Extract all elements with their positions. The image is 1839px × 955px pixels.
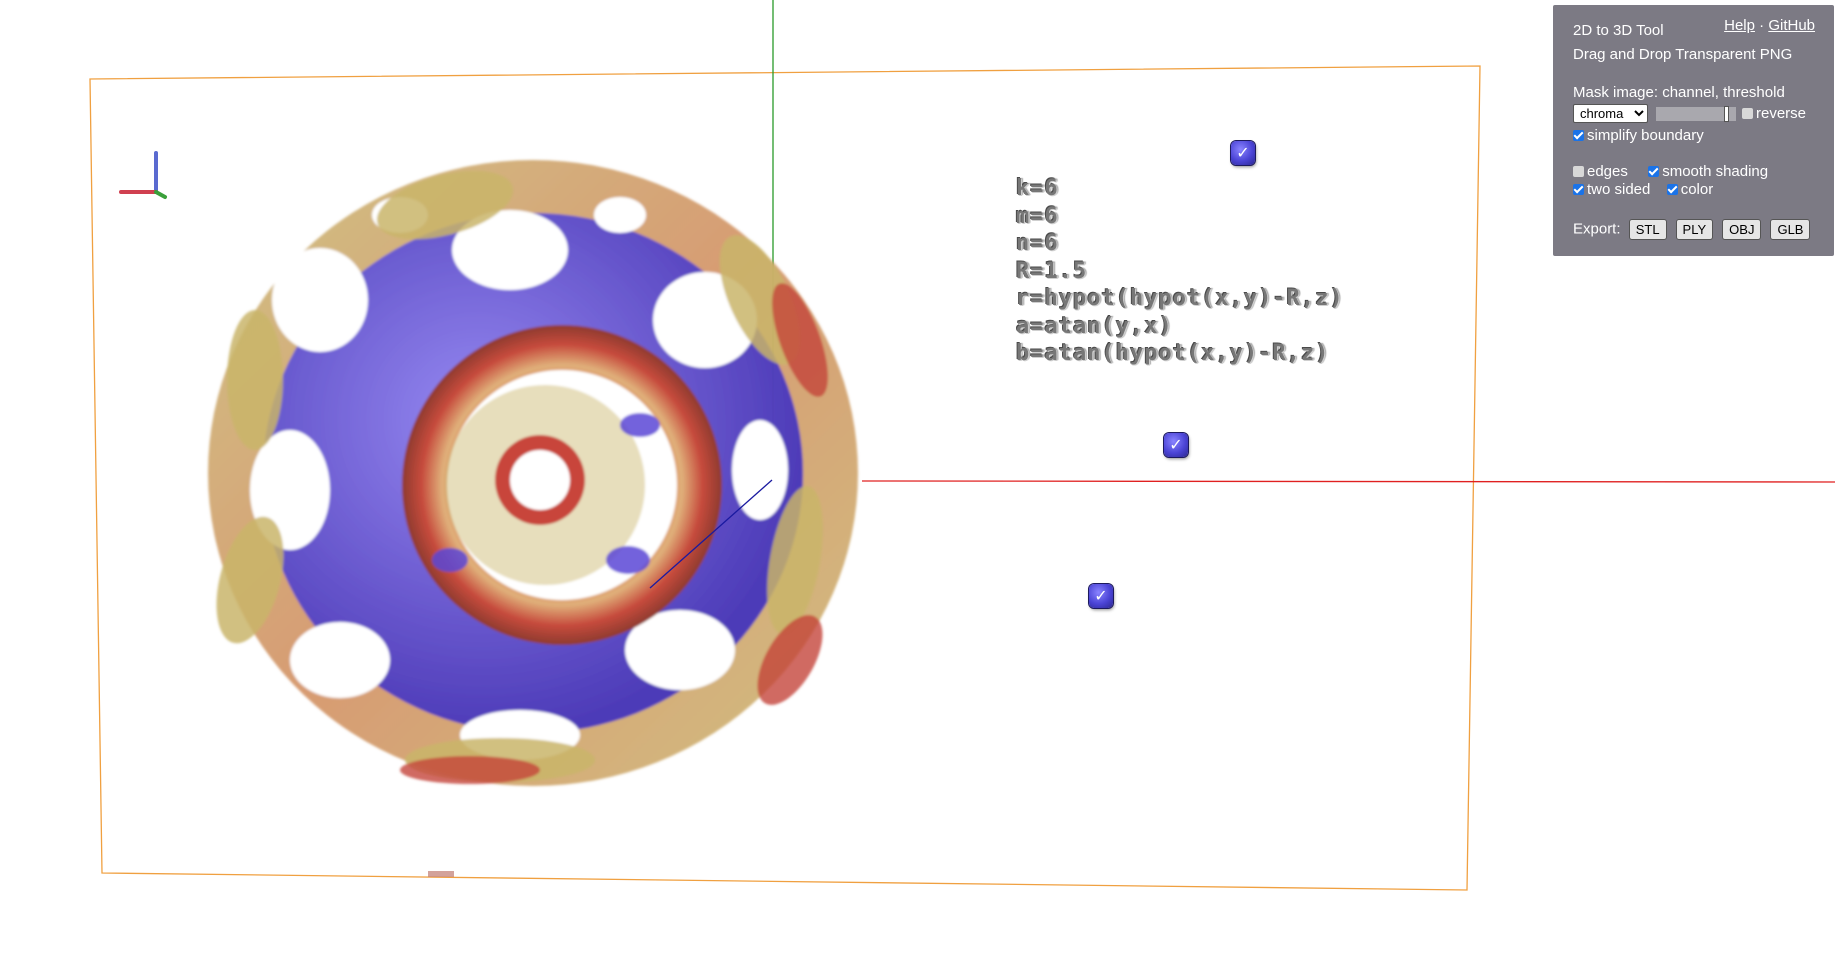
channel-select[interactable]: chroma	[1573, 104, 1648, 123]
reverse-checkbox[interactable]	[1742, 108, 1753, 119]
formula-line: m=6	[1016, 203, 1059, 229]
threshold-slider[interactable]	[1656, 107, 1736, 122]
render-options-row-1: edges smooth shading	[1573, 163, 1768, 180]
control-handle-bottom[interactable]: ✓	[1089, 584, 1113, 608]
formula-line: n=6	[1016, 231, 1059, 256]
formula-line: a=atan(y,x)	[1016, 313, 1173, 339]
reverse-label: reverse	[1756, 105, 1807, 122]
control-handle-middle[interactable]: ✓	[1164, 433, 1188, 457]
export-label: Export:	[1573, 220, 1621, 238]
formula-text: k=6 m=6 n=6 R=1.5 r=hypot(hypot(x,y)-R,z…	[1016, 175, 1344, 368]
two-sided-label: two sided	[1587, 181, 1651, 198]
check-icon: ✓	[1169, 435, 1183, 454]
app-title: 2D to 3D Tool	[1573, 22, 1664, 39]
export-ply-button[interactable]: PLY	[1675, 219, 1714, 240]
formula-line: b=atan(hypot(x,y)-R,z)	[1016, 341, 1330, 366]
github-link[interactable]: GitHub	[1768, 17, 1815, 34]
simplify-label: simplify boundary	[1587, 127, 1704, 144]
mesh-object	[208, 160, 858, 786]
control-handle-top[interactable]: ✓	[1231, 141, 1255, 165]
mask-label: Mask image: channel, threshold	[1573, 84, 1785, 101]
color-label: color	[1680, 181, 1714, 198]
simplify-row: simplify boundary	[1573, 127, 1704, 144]
export-stl-button[interactable]: STL	[1628, 219, 1667, 240]
color-checkbox[interactable]	[1666, 184, 1678, 195]
app-subtitle: Drag and Drop Transparent PNG	[1573, 46, 1793, 63]
help-link[interactable]: Help	[1724, 17, 1755, 34]
formula-line: r=hypot(hypot(x,y)-R,z)	[1016, 286, 1344, 311]
two-sided-checkbox[interactable]	[1573, 184, 1584, 195]
threshold-slider-thumb[interactable]	[1725, 107, 1729, 122]
header-links: Help · GitHub	[1724, 17, 1815, 34]
edges-label: edges	[1587, 163, 1628, 180]
export-obj-button[interactable]: OBJ	[1722, 219, 1762, 240]
settings-panel: Help · GitHub 2D to 3D Tool Drag and Dro…	[1553, 5, 1834, 256]
check-icon: ✓	[1094, 586, 1108, 605]
render-options-row-2: two sided color	[1573, 181, 1713, 198]
link-separator: ·	[1759, 17, 1765, 34]
axes-gizmo	[119, 151, 167, 199]
check-icon: ✓	[1236, 143, 1250, 162]
edges-checkbox[interactable]	[1573, 166, 1584, 177]
smooth-shading-label: smooth shading	[1662, 163, 1769, 180]
formula-line: k=6	[1016, 176, 1059, 201]
export-glb-button[interactable]: GLB	[1770, 219, 1811, 240]
mask-controls: chroma reverse	[1573, 104, 1806, 123]
export-row: Export: STL PLY OBJ GLB	[1573, 219, 1811, 240]
x-axis-line	[861, 480, 1836, 483]
simplify-checkbox[interactable]	[1573, 130, 1584, 141]
formula-line: R=1.5	[1016, 258, 1088, 284]
smooth-shading-checkbox[interactable]	[1648, 166, 1660, 177]
